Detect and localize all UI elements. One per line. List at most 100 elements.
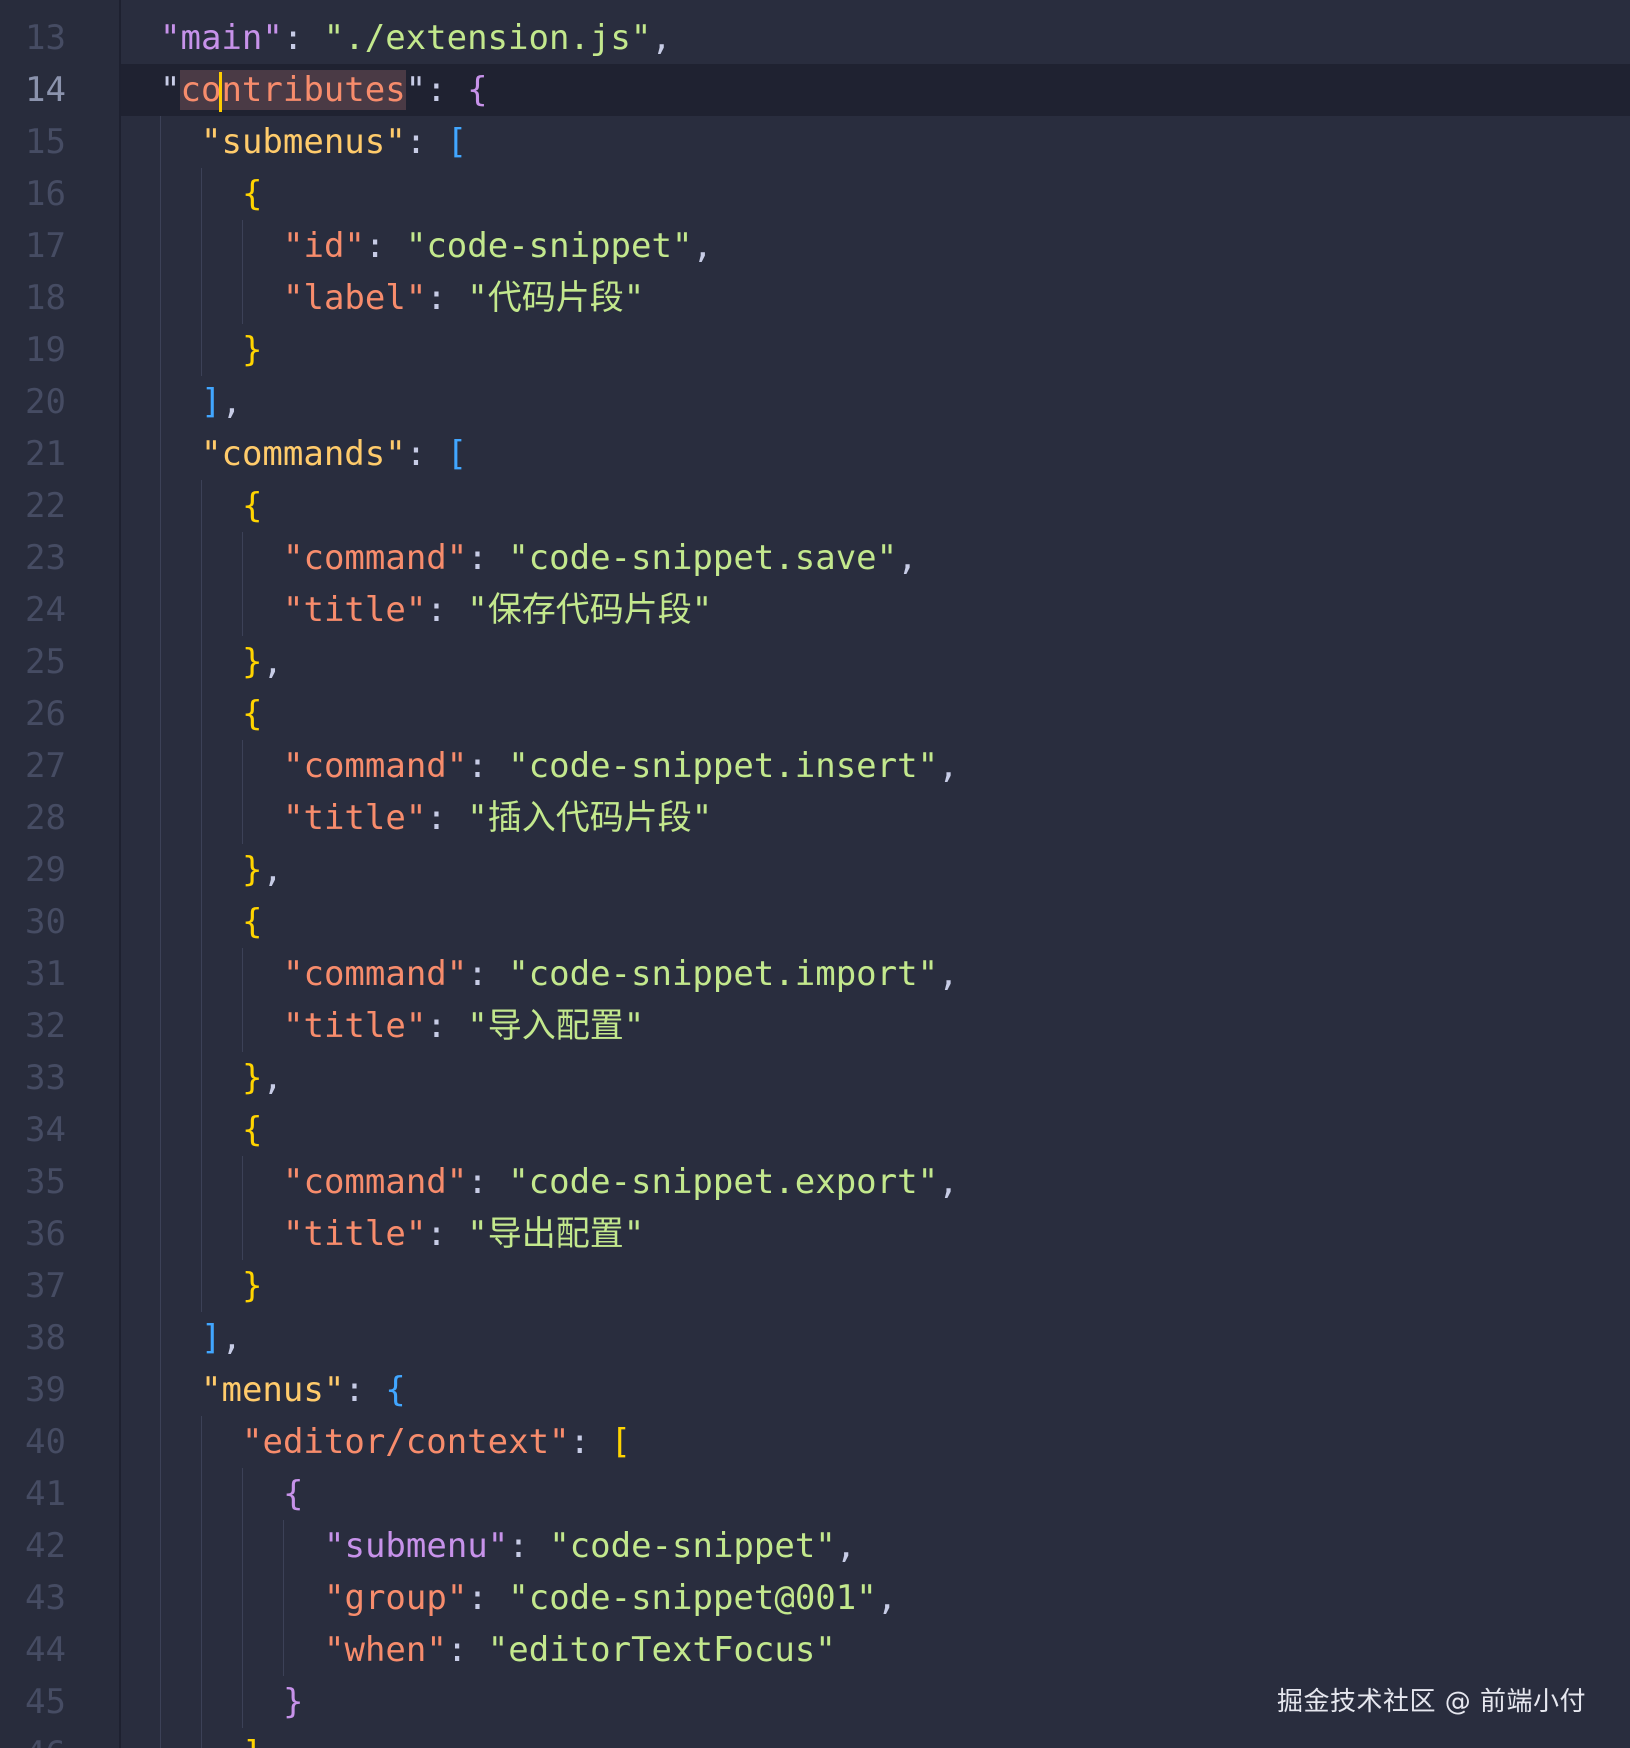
code-text[interactable]: "id": "code-snippet", xyxy=(283,220,713,272)
code-token: "command" xyxy=(283,746,468,786)
code-token: : xyxy=(405,122,447,162)
line-number: 14 xyxy=(25,70,66,110)
code-text[interactable]: { xyxy=(242,1104,262,1156)
code-token: } xyxy=(242,1266,263,1306)
code-text[interactable]: "menus": { xyxy=(201,1364,406,1416)
code-editor[interactable]: 13 "main": "./extension.js", 14 "contribute… xyxy=(0,0,1630,1748)
code-line[interactable]: 43 "group": "code-snippet@001", xyxy=(0,1572,1630,1624)
code-text[interactable]: "label": "代码片段" xyxy=(283,272,644,324)
code-line[interactable]: 23 "command": "code-snippet.save", xyxy=(0,532,1630,584)
code-text[interactable]: "submenu": "code-snippet", xyxy=(324,1520,856,1572)
code-token: "./extension.js" xyxy=(323,18,652,58)
code-line[interactable]: 35 "command": "code-snippet.export", xyxy=(0,1156,1630,1208)
code-line[interactable]: 29}, xyxy=(0,844,1630,896)
code-token: : xyxy=(446,1630,488,1670)
code-line[interactable]: 37} xyxy=(0,1260,1630,1312)
code-token: , xyxy=(938,954,959,994)
code-line[interactable]: 13 "main": "./extension.js", xyxy=(0,12,1630,64)
code-line[interactable]: 18 "label": "代码片段" xyxy=(0,272,1630,324)
code-line[interactable]: 21 "commands": [ xyxy=(0,428,1630,480)
code-text[interactable]: }, xyxy=(242,636,283,688)
line-number: 44 xyxy=(25,1630,66,1670)
code-token: "title" xyxy=(283,590,427,630)
code-token: "code-snippet.insert" xyxy=(508,746,939,786)
code-text[interactable]: "group": "code-snippet@001", xyxy=(324,1572,897,1624)
code-text[interactable]: "command": "code-snippet.insert", xyxy=(283,740,959,792)
code-text[interactable]: }, xyxy=(242,844,283,896)
code-line[interactable]: 28 "title": "插入代码片段" xyxy=(0,792,1630,844)
code-line[interactable]: 17 "id": "code-snippet", xyxy=(0,220,1630,272)
code-text[interactable]: "command": "code-snippet.import", xyxy=(283,948,959,1000)
line-number: 26 xyxy=(25,694,66,734)
code-line[interactable]: 15 "submenus": [ xyxy=(0,116,1630,168)
code-line[interactable]: 19} xyxy=(0,324,1630,376)
code-line[interactable]: 24 "title": "保存代码片段" xyxy=(0,584,1630,636)
code-text[interactable]: "contributes": { xyxy=(160,64,488,116)
code-text[interactable]: "title": "保存代码片段" xyxy=(283,584,712,636)
code-line[interactable]: 31 "command": "code-snippet.import", xyxy=(0,948,1630,1000)
code-text[interactable]: "submenus": [ xyxy=(201,116,467,168)
code-token: : xyxy=(344,1370,386,1410)
code-line[interactable]: 39 "menus": { xyxy=(0,1364,1630,1416)
code-text[interactable]: "title": "导出配置" xyxy=(283,1208,644,1260)
code-line[interactable]: 33}, xyxy=(0,1052,1630,1104)
code-line[interactable]: 46] xyxy=(0,1728,1630,1748)
code-token: , xyxy=(938,1162,959,1202)
code-token: , xyxy=(262,642,283,682)
code-line[interactable]: 40 "editor/context": [ xyxy=(0,1416,1630,1468)
code-text[interactable]: "when": "editorTextFocus" xyxy=(324,1624,836,1676)
code-token: , xyxy=(876,1578,898,1618)
code-text[interactable]: } xyxy=(283,1676,303,1728)
code-token: } xyxy=(242,330,263,370)
code-token: { xyxy=(242,902,263,942)
code-text[interactable]: { xyxy=(242,688,262,740)
code-text[interactable]: ] xyxy=(242,1728,262,1748)
code-token: " xyxy=(160,70,181,110)
code-token: "commands" xyxy=(201,434,406,474)
code-line[interactable]: 26 { xyxy=(0,688,1630,740)
code-token: { xyxy=(242,1110,263,1150)
code-line[interactable]: 22 { xyxy=(0,480,1630,532)
code-line[interactable]: 44 "when": "editorTextFocus" xyxy=(0,1624,1630,1676)
code-line[interactable]: 36 "title": "导出配置" xyxy=(0,1208,1630,1260)
code-text[interactable]: ], xyxy=(201,376,242,428)
code-text[interactable]: { xyxy=(242,480,262,532)
code-line[interactable]: 27 "command": "code-snippet.insert", xyxy=(0,740,1630,792)
code-token: "menus" xyxy=(201,1370,345,1410)
code-token: ] xyxy=(242,1734,262,1748)
code-text[interactable]: { xyxy=(242,168,262,220)
line-number: 20 xyxy=(25,382,66,422)
code-token: , xyxy=(835,1526,857,1566)
code-line[interactable]: 16 { xyxy=(0,168,1630,220)
code-text[interactable]: }, xyxy=(242,1052,283,1104)
code-token: , xyxy=(938,746,959,786)
code-text[interactable]: } xyxy=(242,1260,262,1312)
line-number: 27 xyxy=(25,746,66,786)
code-token: ] xyxy=(201,1318,222,1358)
code-line[interactable]: 41 { xyxy=(0,1468,1630,1520)
code-line[interactable]: 30 { xyxy=(0,896,1630,948)
code-text[interactable]: "title": "导入配置" xyxy=(283,1000,644,1052)
code-text[interactable]: "command": "code-snippet.export", xyxy=(283,1156,959,1208)
code-token: "code-snippet@001" xyxy=(508,1578,877,1618)
code-line[interactable]: 32 "title": "导入配置" xyxy=(0,1000,1630,1052)
code-text[interactable]: "main": "./extension.js", xyxy=(160,12,672,64)
code-text[interactable]: ], xyxy=(201,1312,242,1364)
code-token: { xyxy=(467,70,488,110)
line-number: 22 xyxy=(25,486,66,526)
line-number: 13 xyxy=(25,18,66,58)
code-text[interactable]: "title": "插入代码片段" xyxy=(283,792,712,844)
code-text[interactable]: } xyxy=(242,324,262,376)
code-line[interactable]: 42 "submenu": "code-snippet", xyxy=(0,1520,1630,1572)
code-line[interactable]: 25}, xyxy=(0,636,1630,688)
line-number: 21 xyxy=(25,434,66,474)
code-line[interactable]: 14 "contributes": { xyxy=(0,64,1630,116)
code-line[interactable]: 38], xyxy=(0,1312,1630,1364)
code-text[interactable]: { xyxy=(242,896,262,948)
code-text[interactable]: "commands": [ xyxy=(201,428,467,480)
code-line[interactable]: 20], xyxy=(0,376,1630,428)
code-line[interactable]: 34 { xyxy=(0,1104,1630,1156)
code-text[interactable]: "command": "code-snippet.save", xyxy=(283,532,918,584)
code-text[interactable]: { xyxy=(283,1468,303,1520)
code-text[interactable]: "editor/context": [ xyxy=(242,1416,631,1468)
